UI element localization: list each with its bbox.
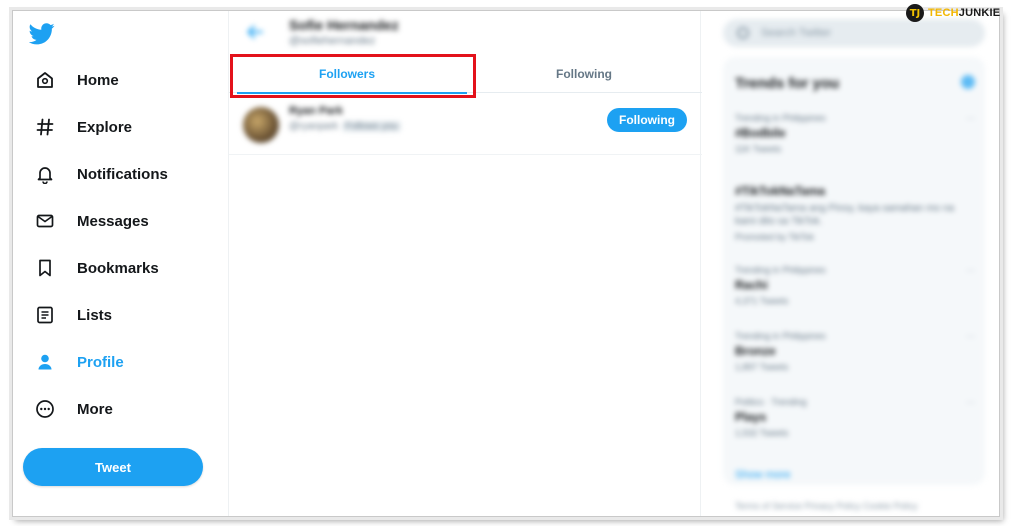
sidebar-item-more[interactable]: More [27,392,119,426]
sidebar-item-bookmarks[interactable]: Bookmarks [27,251,165,285]
sidebar-item-messages[interactable]: Messages [27,204,155,238]
search-placeholder: Search Twitter [761,27,832,39]
home-icon [33,68,57,92]
more-icon [33,397,57,421]
watermark-text: TECHJUNKIE [928,7,1000,19]
follows-you-badge: Follows you [342,121,401,132]
trend-name: Plays [735,410,767,424]
sidebar-item-notifications[interactable]: Notifications [27,157,174,191]
trend-item[interactable]: Trending in Philippines #Bodbile 11K Twe… [735,113,975,154]
more-options-icon[interactable]: ··· [966,397,975,407]
trends-panel: Trends for you Trending in Philippines #… [723,57,985,485]
trend-meta: Trending in Philippines [735,265,826,275]
sidebar-item-lists[interactable]: Lists [27,298,118,332]
trends-title: Trends for you [735,75,840,92]
tab-followers[interactable]: Followers [229,55,467,94]
trend-count: 1,897 Tweets [735,362,789,372]
trend-meta: Trending in Philippines [735,331,826,341]
sidebar-item-label: Profile [77,353,124,371]
bell-icon [33,162,57,186]
watermark-suffix: JUNKIE [958,7,1001,19]
trend-name: #Bodbile [735,126,786,140]
tweet-button[interactable]: Tweet [23,448,203,486]
trend-promoted: Promoted by TikTok [735,232,815,242]
active-tab-indicator [237,92,467,94]
sidebar-item-home[interactable]: Home [27,63,125,97]
sidebar-item-label: More [77,400,113,418]
back-arrow-icon[interactable] [247,25,263,39]
right-sidebar: Search Twitter Trends for you Trending i… [701,11,999,516]
sidebar-item-label: Notifications [77,165,168,183]
sidebar-item-label: Bookmarks [77,259,159,277]
person-icon [33,350,57,374]
profile-name: Sofie Hernandez [289,17,399,33]
trend-count: 1,532 Tweets [735,428,789,438]
envelope-icon [33,209,57,233]
list-item[interactable]: Ryan Park @ryanpark Follows you Following [229,99,702,155]
footer-links[interactable]: Terms of Service Privacy Policy Cookie P… [735,501,918,511]
trend-description: #TikTokNaTama ang Pinoy, kaya samahan mo… [735,203,954,227]
trend-name: Rachi [735,278,768,292]
sidebar-item-label: Home [77,71,119,89]
follow-tabs: Followers Following [229,55,702,94]
tab-label: Followers [318,67,375,81]
trend-item[interactable]: Politics · Trending Plays 1,532 Tweets ·… [735,397,975,438]
more-options-icon[interactable]: ··· [966,265,975,275]
trend-name: #TikTokNaTama [735,184,826,198]
following-button[interactable]: Following [607,108,687,132]
profile-handle: @sofiehernandez [289,35,376,47]
tab-following[interactable]: Following [466,55,702,93]
sidebar: Home Explore Notifications Messages Book [13,11,228,516]
sidebar-item-profile[interactable]: Profile [27,345,130,379]
techjunkie-watermark: TJ TECHJUNKIE [906,3,1000,23]
avatar[interactable] [243,107,279,143]
tab-label: Following [556,67,612,81]
watermark-prefix: TECH [928,7,959,19]
list-icon [33,303,57,327]
more-options-icon[interactable]: ··· [966,331,975,341]
user-handle: @ryanpark Follows you [289,121,401,132]
main-column: Sofie Hernandez @sofiehernandez Follower… [228,11,702,516]
sidebar-item-label: Messages [77,212,149,230]
techjunkie-logo-icon: TJ [906,4,924,22]
trend-item[interactable]: Trending in Philippines Rachi 4,371 Twee… [735,265,975,306]
trend-meta: Trending in Philippines [735,113,826,123]
twitter-bird-icon[interactable] [29,23,55,45]
hashtag-icon [33,115,57,139]
sidebar-item-label: Lists [77,306,113,324]
show-more-link[interactable]: Show more [735,469,791,481]
trend-item[interactable]: Trending in Philippines Bronze 1,897 Twe… [735,331,975,372]
user-handle-text: @ryanpark [289,121,339,132]
trend-name: Bronze [735,344,776,358]
trend-meta: Politics · Trending [735,397,807,407]
bookmark-icon [33,256,57,280]
gear-icon[interactable] [961,75,975,89]
more-options-icon[interactable]: ··· [966,113,975,123]
trend-count: 11K Tweets [735,144,782,154]
sidebar-item-explore[interactable]: Explore [27,110,138,144]
app-window: Home Explore Notifications Messages Book [12,10,1000,517]
trend-count: 4,371 Tweets [735,296,789,306]
search-input[interactable]: Search Twitter [723,19,985,47]
sidebar-item-label: Explore [77,118,133,136]
search-icon [737,27,749,39]
user-name[interactable]: Ryan Park [289,105,343,117]
trend-item[interactable]: #TikTokNaTama #TikTokNaTama ang Pinoy, k… [735,181,975,242]
